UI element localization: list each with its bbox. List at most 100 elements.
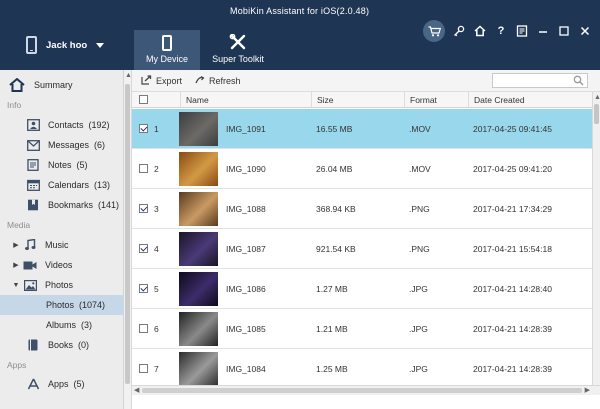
notes-icon bbox=[26, 159, 40, 171]
sidebar-item-apps[interactable]: Apps (5) bbox=[0, 374, 124, 394]
video-icon bbox=[23, 259, 37, 271]
scroll-left-icon[interactable]: ◀ bbox=[134, 386, 139, 395]
sidebar-item-music[interactable]: ▶ Music bbox=[0, 235, 124, 255]
tab-super-toolkit[interactable]: Super Toolkit bbox=[205, 30, 271, 70]
close-icon[interactable] bbox=[578, 24, 592, 38]
messages-icon bbox=[26, 139, 40, 151]
home-icon bbox=[8, 78, 26, 92]
photo-thumbnail[interactable] bbox=[179, 192, 218, 226]
photo-thumbnail[interactable] bbox=[179, 232, 218, 266]
help-icon[interactable]: ? bbox=[494, 24, 508, 38]
select-all-checkbox[interactable] bbox=[139, 95, 148, 104]
scroll-up-icon[interactable]: ▲ bbox=[594, 93, 600, 102]
column-size[interactable]: Size bbox=[311, 92, 404, 108]
photo-thumbnail[interactable] bbox=[179, 352, 218, 385]
minimize-icon[interactable] bbox=[536, 24, 550, 38]
date-created: 2017-04-21 14:28:39 bbox=[473, 364, 552, 374]
photo-table: Name Size Format Date Created 1 IMG_1091 1… bbox=[132, 92, 600, 385]
scroll-up-icon[interactable]: ▲ bbox=[125, 71, 132, 80]
sidebar-item-notes[interactable]: Notes (5) bbox=[0, 155, 124, 175]
table-hscroll-thumb[interactable] bbox=[142, 388, 582, 393]
sidebar-item-summary[interactable]: Summary bbox=[0, 75, 124, 95]
sidebar-item-photos-all[interactable]: Photos (1074) bbox=[0, 295, 124, 315]
cart-icon[interactable] bbox=[423, 20, 445, 42]
row-checkbox[interactable] bbox=[139, 164, 148, 173]
row-checkbox[interactable] bbox=[139, 284, 148, 293]
row-checkbox[interactable] bbox=[139, 124, 148, 133]
sidebar-item-count: (192) bbox=[88, 120, 110, 130]
file-format: .JPG bbox=[409, 324, 428, 334]
column-name[interactable]: Name bbox=[180, 92, 311, 108]
column-date-created[interactable]: Date Created bbox=[468, 92, 592, 108]
sidebar-item-label: Messages bbox=[48, 140, 90, 150]
sidebar-item-calendars[interactable]: Calendars (13) bbox=[0, 175, 124, 195]
export-button[interactable]: Export bbox=[141, 74, 182, 88]
tab-my-device[interactable]: My Device bbox=[134, 30, 200, 70]
select-all-header[interactable] bbox=[132, 92, 180, 108]
photo-thumbnail[interactable] bbox=[179, 312, 218, 346]
table-row[interactable]: 1 IMG_1091 16.55 MB .MOV 2017-04-25 09:41:45 bbox=[132, 109, 592, 149]
phone-icon bbox=[162, 35, 172, 51]
sidebar-item-count: (141) bbox=[98, 200, 120, 210]
tools-icon bbox=[205, 33, 271, 51]
device-selector[interactable]: Jack hoo bbox=[26, 34, 105, 56]
key-icon[interactable] bbox=[452, 24, 466, 38]
date-created: 2017-04-25 09:41:20 bbox=[473, 164, 552, 174]
file-name: IMG_1090 bbox=[226, 164, 266, 174]
sidebar-scrollbar[interactable]: ▲ bbox=[124, 70, 132, 409]
window-controls: ? bbox=[423, 18, 592, 44]
home-icon[interactable] bbox=[473, 24, 487, 38]
row-checkbox[interactable] bbox=[139, 324, 148, 333]
music-icon bbox=[23, 239, 37, 251]
photo-thumbnail[interactable] bbox=[179, 112, 218, 146]
table-horizontal-scrollbar[interactable]: ◀ ▶ bbox=[132, 385, 600, 395]
table-row[interactable]: 7 IMG_1084 1.25 MB .JPG 2017-04-21 14:28:39 bbox=[132, 349, 592, 385]
sidebar-item-label: Calendars bbox=[48, 180, 90, 190]
maximize-icon[interactable] bbox=[557, 24, 571, 38]
chevron-right-icon[interactable]: ▶ bbox=[12, 241, 20, 249]
row-checkbox[interactable] bbox=[139, 364, 148, 373]
column-format[interactable]: Format bbox=[404, 92, 468, 108]
sidebar-item-bookmarks[interactable]: Bookmarks (141) bbox=[0, 195, 124, 215]
sidebar-item-count: (3) bbox=[81, 320, 93, 330]
photo-thumbnail[interactable] bbox=[179, 152, 218, 186]
sidebar: Summary Info Contacts (192) Messages (6)… bbox=[0, 70, 124, 409]
sidebar-item-label: Photos bbox=[46, 300, 75, 310]
search-input[interactable] bbox=[492, 73, 588, 88]
chevron-right-icon[interactable]: ▶ bbox=[12, 261, 20, 269]
chevron-down-icon bbox=[96, 42, 105, 48]
row-checkbox[interactable] bbox=[139, 204, 148, 213]
photo-thumbnail[interactable] bbox=[179, 272, 218, 306]
table-row[interactable]: 5 IMG_1086 1.27 MB .JPG 2017-04-21 14:28:40 bbox=[132, 269, 592, 309]
file-format: .MOV bbox=[409, 124, 431, 134]
table-row[interactable]: 2 IMG_1090 26.04 MB .MOV 2017-04-25 09:41:20 bbox=[132, 149, 592, 189]
sidebar-item-photos[interactable]: ▼ Photos bbox=[0, 275, 124, 295]
export-label: Export bbox=[156, 76, 183, 86]
section-apps: Apps bbox=[7, 360, 27, 370]
row-checkbox[interactable] bbox=[139, 244, 148, 253]
sidebar-item-messages[interactable]: Messages (6) bbox=[0, 135, 124, 155]
table-vertical-scrollbar[interactable]: ▲ bbox=[592, 92, 600, 385]
scroll-right-icon[interactable]: ▶ bbox=[585, 386, 590, 395]
feedback-icon[interactable] bbox=[515, 24, 529, 38]
table-row[interactable]: 3 IMG_1088 368.94 KB .PNG 2017-04-21 17:34:2… bbox=[132, 189, 592, 229]
sidebar-scroll-thumb[interactable] bbox=[125, 84, 130, 384]
search-icon[interactable] bbox=[573, 75, 584, 88]
table-row[interactable]: 6 IMG_1085 1.21 MB .JPG 2017-04-21 14:28:39 bbox=[132, 309, 592, 349]
sidebar-item-contacts[interactable]: Contacts (192) bbox=[0, 115, 124, 135]
sidebar-item-books[interactable]: Books (0) bbox=[0, 335, 124, 355]
file-format: .JPG bbox=[409, 284, 428, 294]
file-size: 1.25 MB bbox=[316, 364, 348, 374]
refresh-button[interactable]: Refresh bbox=[194, 74, 241, 88]
sidebar-item-videos[interactable]: ▶ Videos bbox=[0, 255, 124, 275]
sidebar-item-albums[interactable]: Albums (3) bbox=[0, 315, 124, 335]
bookmarks-icon bbox=[26, 199, 40, 211]
table-scroll-thumb[interactable] bbox=[594, 104, 599, 124]
export-icon bbox=[141, 75, 152, 87]
chevron-down-icon[interactable]: ▼ bbox=[12, 282, 20, 289]
title-bar: MobiKin Assistant for iOS(2.0.48) Jack h… bbox=[0, 0, 600, 70]
table-row[interactable]: 4 IMG_1087 921.54 KB .PNG 2017-04-21 15:54:1… bbox=[132, 229, 592, 269]
app-title: MobiKin Assistant for iOS(2.0.48) bbox=[230, 6, 370, 16]
date-created: 2017-04-21 15:54:18 bbox=[473, 244, 552, 254]
file-name: IMG_1086 bbox=[226, 284, 266, 294]
